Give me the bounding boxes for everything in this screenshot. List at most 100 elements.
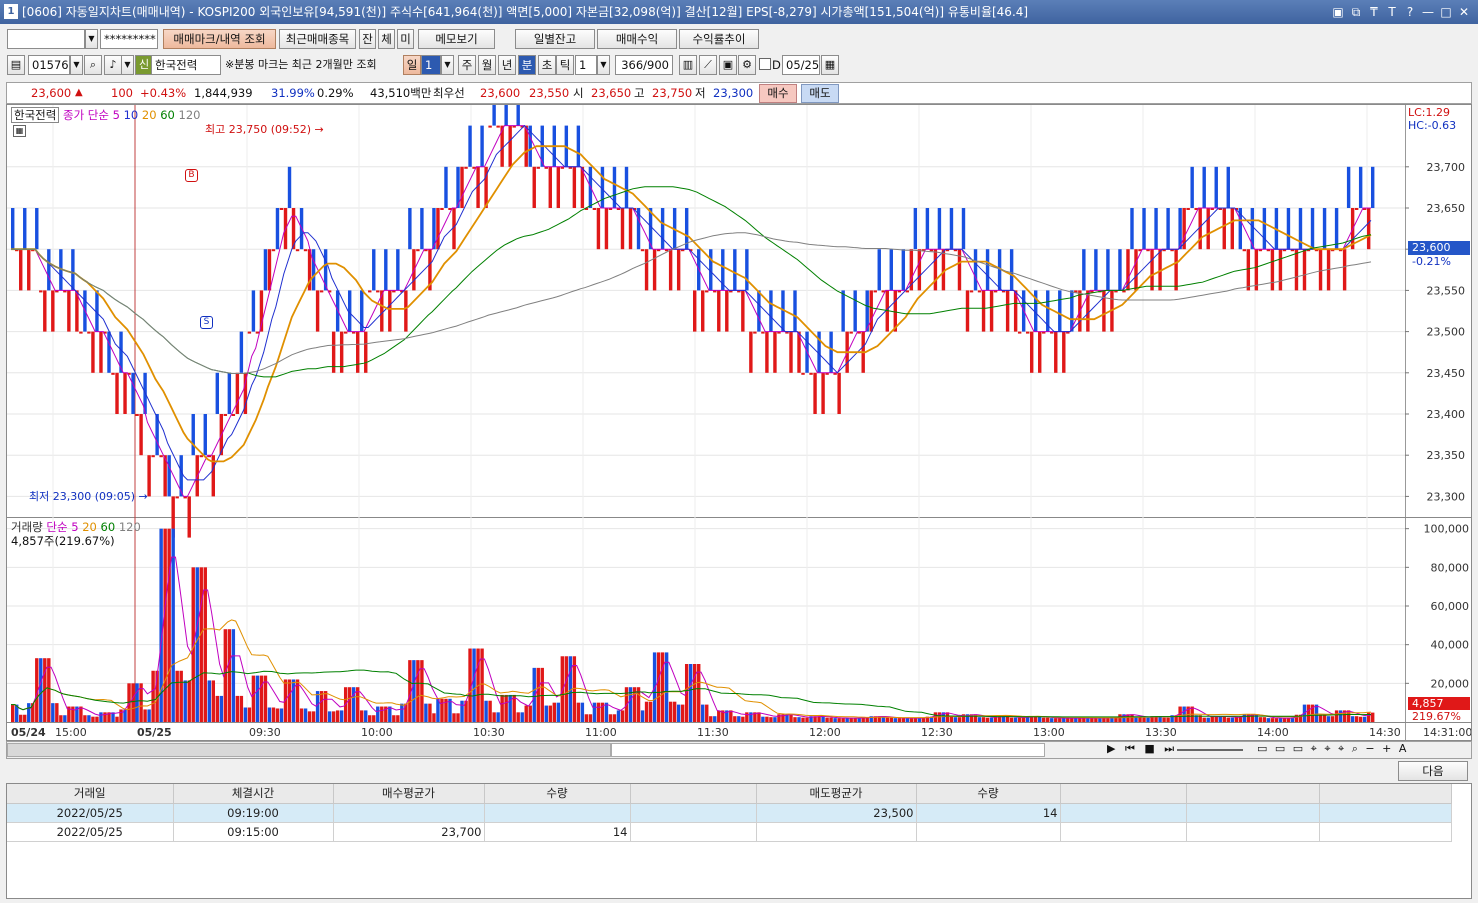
volume-bar — [821, 716, 825, 722]
volume-bar — [279, 708, 284, 722]
code-dropdown-icon[interactable]: ▼ — [70, 55, 83, 75]
col-trade-date[interactable]: 거래일 — [7, 784, 174, 804]
price-bar — [151, 455, 155, 458]
col-empty-1[interactable] — [630, 784, 757, 804]
account-dropdown-icon[interactable]: ▼ — [85, 29, 98, 49]
legend-stock-name[interactable]: 한국전력 — [11, 107, 60, 123]
playback-controls[interactable]: ▶ ⏮ ■ ⏭ — [1107, 742, 1177, 756]
chart-panel[interactable]: 23,300 23,350 23,400 23,450 23,500 23,550 23,6… — [6, 104, 1472, 741]
sell-mark[interactable]: S — [200, 316, 213, 329]
table-row[interactable]: 2022/05/25 09:15:00 23,700 14 — [7, 822, 1452, 842]
period-dropdown-icon[interactable]: ▼ — [441, 55, 454, 75]
executed-button[interactable]: 체 — [378, 29, 395, 49]
legend-volume-name[interactable]: 거래량 — [11, 520, 43, 534]
chart-scrollbar[interactable]: ▶ ⏮ ■ ⏭ ▭ ▭ ▭ ⌖ ⌖ ⌖ ⌕ − + A — [6, 741, 1472, 759]
zoom-tools[interactable]: ▭ ▭ ▭ ⌖ ⌖ ⌖ ⌕ − + A — [1257, 742, 1408, 756]
d-checkbox[interactable] — [759, 58, 771, 70]
volume-bar — [588, 714, 593, 722]
col-sell-qty[interactable]: 수량 — [916, 784, 1061, 804]
volume-bar — [83, 715, 87, 722]
price-bar — [496, 125, 500, 128]
screen-icon[interactable]: ▣ — [1330, 0, 1346, 24]
candle-icon[interactable]: ▥ — [679, 55, 697, 75]
font-icon[interactable]: T — [1384, 0, 1400, 24]
maximize-icon[interactable]: □ — [1438, 0, 1454, 24]
volume-bar — [219, 695, 224, 722]
period-tick-button[interactable]: 틱 — [556, 55, 574, 75]
legend-vol-ma-label[interactable]: 단순 — [46, 520, 67, 534]
col-buy-qty[interactable]: 수량 — [484, 784, 631, 804]
layout-icon[interactable]: ▤ — [7, 55, 25, 75]
speaker-dropdown-icon[interactable]: ▼ — [121, 55, 134, 75]
bar-count-field[interactable]: 366/900 — [615, 55, 673, 75]
draw-tool-icon[interactable]: ⟋ — [699, 55, 717, 75]
save-icon[interactable]: ▣ — [719, 55, 737, 75]
search-icon[interactable]: ⌕ — [84, 55, 102, 75]
settings-icon[interactable]: ⚙ — [738, 55, 756, 75]
table-toggle-icon[interactable]: ▦ — [13, 125, 26, 137]
account-input[interactable] — [7, 29, 85, 49]
buy-button[interactable]: 매수 — [759, 84, 797, 103]
period-day-button[interactable]: 일 — [403, 55, 421, 75]
memo-button[interactable]: 메모보기 — [418, 29, 495, 49]
col-empty-2[interactable] — [1060, 784, 1187, 804]
legend-ma120: 120 — [178, 108, 201, 122]
price-bar — [1294, 249, 1299, 291]
volume-bar — [143, 709, 147, 722]
volume-bar — [1226, 717, 1230, 722]
table-cell — [333, 803, 485, 823]
date-input[interactable]: 05/25 — [782, 55, 820, 75]
volume-bar — [801, 717, 805, 722]
period-value-input[interactable]: 1 — [421, 55, 441, 75]
volume-bar — [1290, 718, 1295, 722]
price-bar — [460, 166, 464, 208]
help-icon[interactable]: ? — [1402, 0, 1418, 24]
trade-history-table[interactable]: 거래일 체결시간 매수평균가 수량 매도평균가 수량 2022/05/25 09:… — [6, 783, 1472, 899]
volume-bar — [701, 704, 705, 722]
price-bar — [227, 372, 232, 414]
col-buy-avg[interactable]: 매수평균가 — [333, 784, 485, 804]
balance-button[interactable]: 잔 — [359, 29, 376, 49]
table-cell: 23,700 — [333, 822, 485, 842]
stock-code-input[interactable]: 015760 — [28, 55, 70, 75]
scroll-thumb[interactable] — [7, 743, 611, 757]
period-year-button[interactable]: 년 — [498, 55, 516, 75]
speaker-icon[interactable]: ♪ — [104, 55, 122, 75]
table-row[interactable]: 2022/05/25 09:19:00 23,500 14 — [7, 803, 1452, 823]
interval-dropdown-icon[interactable]: ▼ — [597, 55, 610, 75]
period-second-button[interactable]: 초 — [538, 55, 556, 75]
volume-bar — [1254, 714, 1259, 722]
pin-icon[interactable]: ₸ — [1366, 0, 1382, 24]
col-exec-time[interactable]: 체결시간 — [173, 784, 334, 804]
daily-balance-button[interactable]: 일별잔고 — [515, 29, 595, 49]
restore-small-icon[interactable]: ⧉ — [1348, 0, 1364, 24]
calendar-icon[interactable]: ▦ — [821, 55, 839, 75]
price-bar — [1206, 208, 1210, 250]
period-week-button[interactable]: 주 — [458, 55, 476, 75]
interval-input[interactable]: 1 — [575, 55, 597, 75]
scroll-track[interactable] — [611, 743, 1045, 757]
buy-mark[interactable]: B — [185, 169, 198, 182]
password-field[interactable]: ********* — [100, 29, 158, 49]
col-empty-3[interactable] — [1186, 784, 1320, 804]
recent-stocks-button[interactable]: 최근매매종목 — [279, 29, 356, 49]
minimize-icon[interactable]: — — [1420, 0, 1436, 24]
return-trend-button[interactable]: 수익률추이 — [679, 29, 759, 49]
period-month-button[interactable]: 월 — [478, 55, 496, 75]
col-empty-4[interactable] — [1319, 784, 1452, 804]
price-bar — [693, 290, 697, 332]
next-button[interactable]: 다음 — [1398, 761, 1468, 781]
trade-profit-button[interactable]: 매매수익 — [597, 29, 677, 49]
turnover-rate: 0.29% — [317, 86, 354, 100]
mark-query-button[interactable]: 매매마크/내역 조회 — [163, 29, 276, 49]
zoom-slider[interactable] — [1177, 749, 1243, 751]
unexecuted-button[interactable]: 미 — [397, 29, 414, 49]
period-minute-button[interactable]: 분 — [518, 55, 536, 75]
trade-amount: 43,510백만 — [370, 86, 432, 100]
col-sell-avg[interactable]: 매도평균가 — [756, 784, 917, 804]
price-bar — [660, 208, 665, 250]
close-icon[interactable]: ✕ — [1456, 0, 1472, 24]
chart-canvas[interactable]: 23,300 23,350 23,400 23,450 23,500 23,550 23,6… — [7, 105, 1472, 741]
sell-button[interactable]: 매도 — [801, 84, 839, 103]
legend-ma-label[interactable]: 종가 단순 — [63, 108, 109, 122]
